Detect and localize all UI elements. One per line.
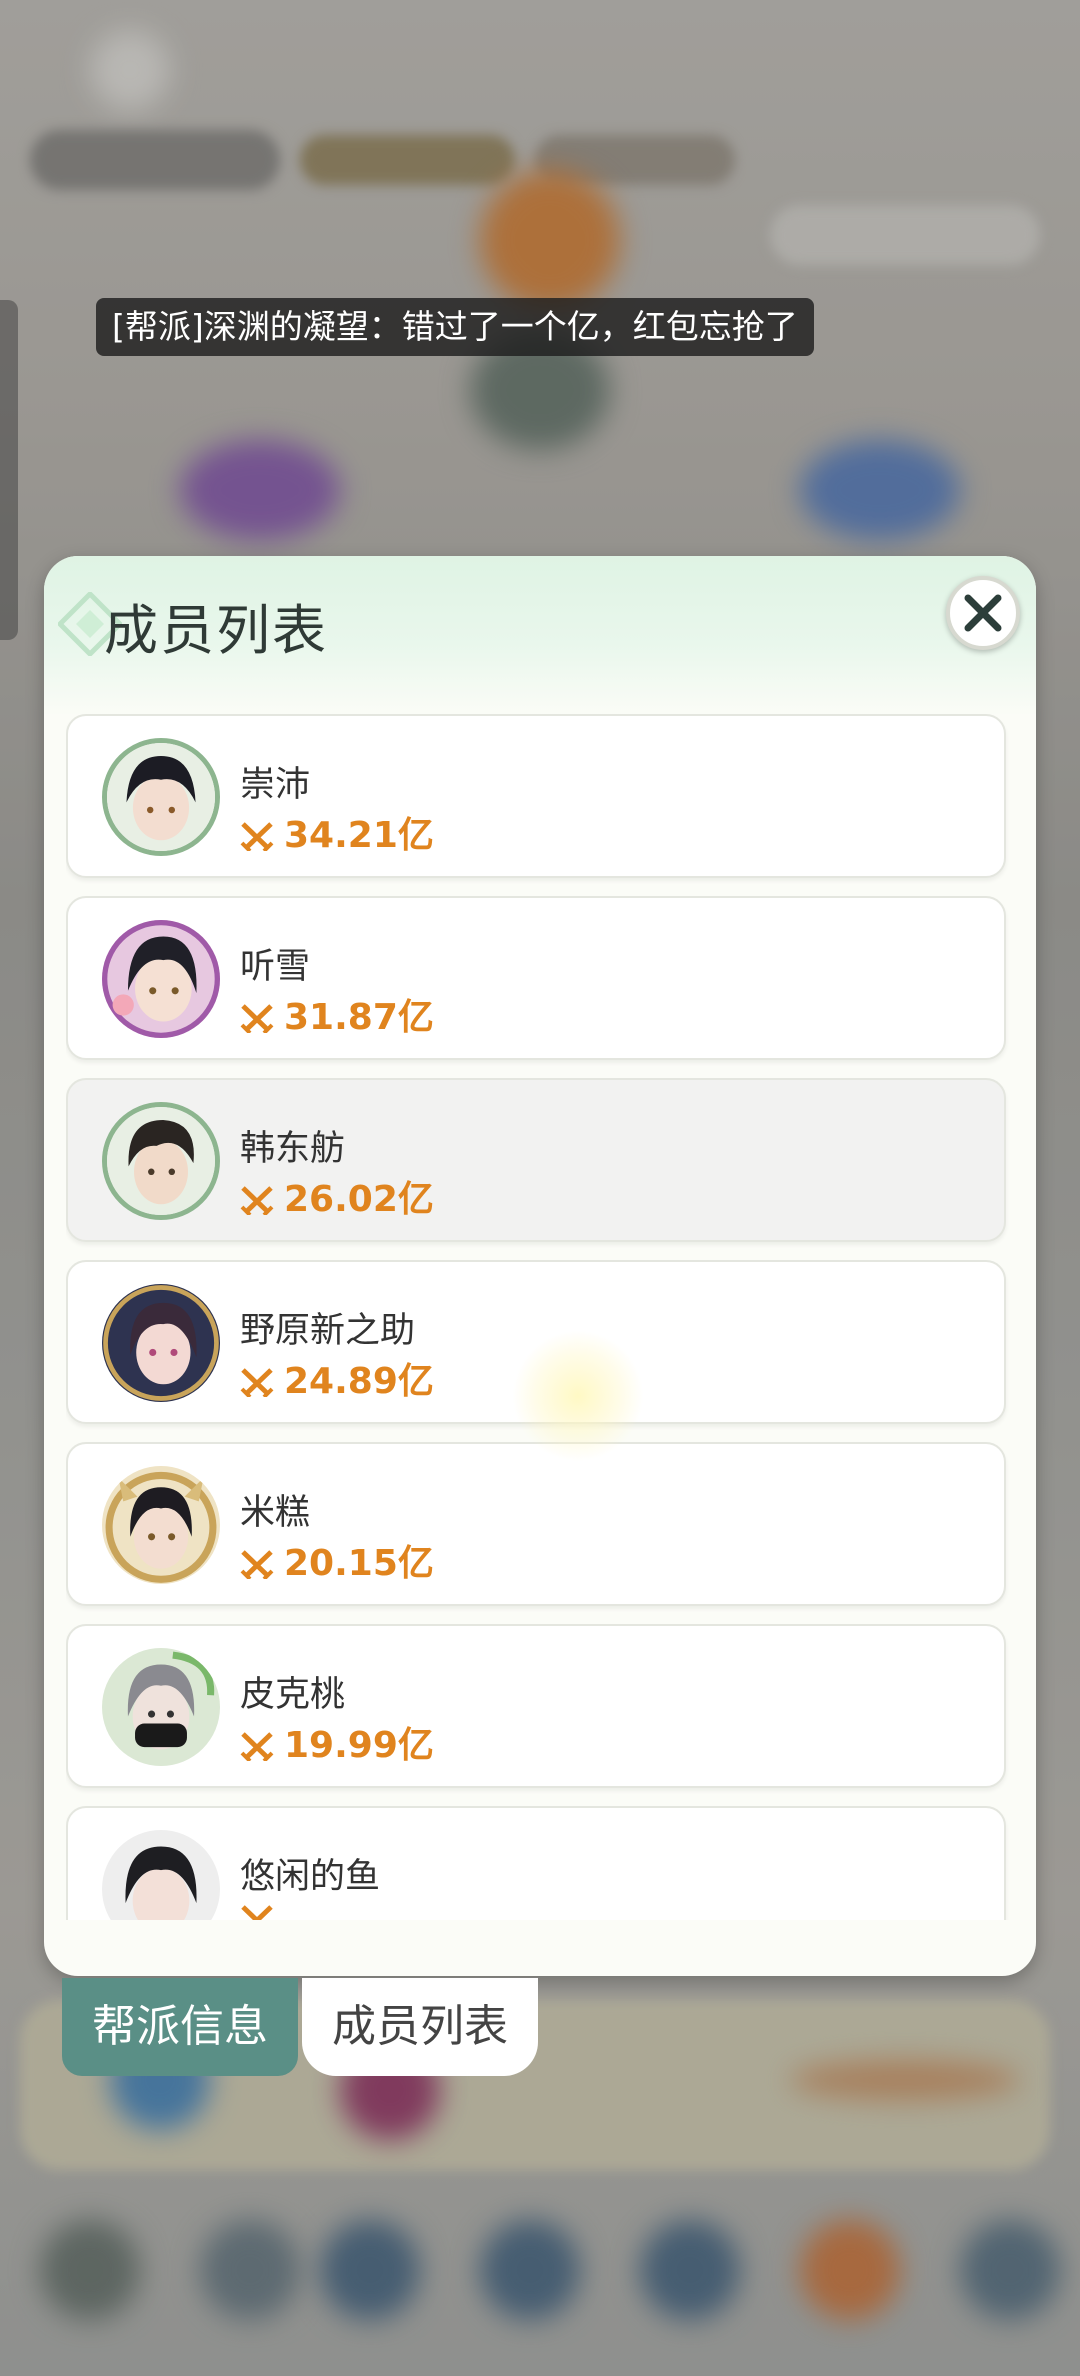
member-name: 野原新之助 bbox=[240, 1311, 416, 1351]
avatar bbox=[102, 920, 220, 1038]
member-list[interactable]: 崇沛 34.21亿 听雪 31.87亿 韩东舫 26.02亿 野原新之助 24.… bbox=[66, 714, 1016, 1920]
member-card[interactable]: 韩东舫 26.02亿 bbox=[66, 1078, 1006, 1242]
member-name: 听雪 bbox=[240, 947, 311, 987]
side-drawer-handle[interactable] bbox=[0, 300, 18, 640]
member-power: 31.87亿 bbox=[240, 988, 434, 1040]
member-name: 悠闲的鱼 bbox=[240, 1857, 381, 1897]
member-card[interactable]: 悠闲的鱼 bbox=[66, 1806, 1006, 1920]
member-card[interactable]: 米糕 20.15亿 bbox=[66, 1442, 1006, 1606]
member-card[interactable]: 崇沛 34.21亿 bbox=[66, 714, 1006, 878]
tab-guild-info[interactable]: 帮派信息 bbox=[62, 1978, 298, 2076]
modal-header: 成员列表 bbox=[44, 556, 1036, 716]
crossed-swords-icon bbox=[240, 1550, 274, 1579]
crossed-swords-icon bbox=[240, 1368, 274, 1397]
member-name: 皮克桃 bbox=[240, 1675, 346, 1715]
avatar bbox=[102, 738, 220, 856]
avatar bbox=[102, 1102, 220, 1220]
member-list-modal: 成员列表 崇沛 34.21亿 听雪 31.87亿 韩东舫 26.02亿 野原新之… bbox=[44, 556, 1036, 1976]
member-power: 20.15亿 bbox=[240, 1534, 434, 1586]
member-power: 19.99亿 bbox=[240, 1716, 434, 1768]
member-power: 34.21亿 bbox=[240, 806, 434, 858]
avatar bbox=[102, 1284, 220, 1402]
member-name: 韩东舫 bbox=[240, 1129, 346, 1169]
sparkle-effect bbox=[512, 1330, 644, 1462]
modal-title: 成员列表 bbox=[104, 599, 328, 662]
crossed-swords-icon bbox=[240, 822, 274, 851]
crossed-swords-icon bbox=[240, 1004, 274, 1033]
close-icon bbox=[964, 594, 1002, 632]
member-power: 26.02亿 bbox=[240, 1170, 434, 1222]
avatar bbox=[102, 1830, 220, 1920]
tab-member-list[interactable]: 成员列表 bbox=[302, 1978, 538, 2076]
member-card[interactable]: 听雪 31.87亿 bbox=[66, 896, 1006, 1060]
member-power bbox=[240, 1898, 284, 1920]
avatar bbox=[102, 1466, 220, 1584]
close-button[interactable] bbox=[946, 576, 1020, 650]
member-name: 米糕 bbox=[240, 1493, 311, 1533]
avatar bbox=[102, 1648, 220, 1766]
crossed-swords-icon bbox=[240, 1186, 274, 1215]
member-name: 崇沛 bbox=[240, 765, 311, 805]
crossed-swords-icon bbox=[241, 1905, 273, 1920]
member-power: 24.89亿 bbox=[240, 1352, 434, 1404]
chat-ticker: [帮派]深渊的凝望：错过了一个亿，红包忘抢了 bbox=[96, 298, 814, 356]
member-card[interactable]: 皮克桃 19.99亿 bbox=[66, 1624, 1006, 1788]
crossed-swords-icon bbox=[240, 1732, 274, 1761]
